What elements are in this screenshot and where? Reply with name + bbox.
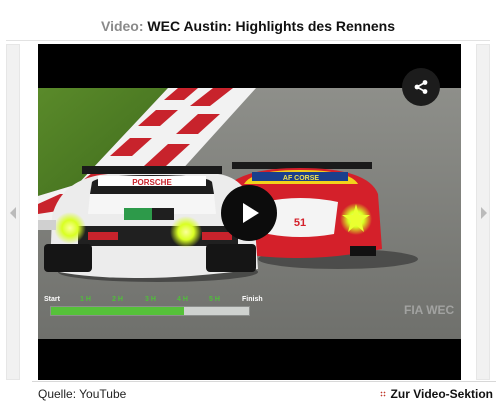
- progress-label-finish: Finish: [242, 296, 263, 303]
- progress-label-3h: 3 H: [145, 296, 156, 303]
- grid-icon: [379, 391, 386, 397]
- next-video-button[interactable]: [476, 44, 490, 380]
- share-button[interactable]: [402, 68, 440, 106]
- broadcaster-watermark: FIA WEC: [404, 303, 455, 317]
- video-player[interactable]: AF CORSE 51 PORSCHE FIA WEC Start 1 H 2 …: [38, 44, 461, 380]
- progress-label-2h: 2 H: [112, 296, 123, 303]
- race-progress-fill: [51, 307, 184, 315]
- race-progress-labels: Start 1 H 2 H 3 H 4 H 5 H Finish: [44, 296, 264, 306]
- rear-car-number: 51: [294, 217, 306, 229]
- play-icon: [243, 203, 259, 223]
- title-text: WEC Austin: Highlights des Rennens: [147, 18, 396, 34]
- title-prefix: Video:: [100, 18, 144, 34]
- prev-video-button[interactable]: [6, 44, 20, 380]
- progress-label-1h: 1 H: [80, 296, 91, 303]
- footer-divider: [32, 381, 496, 382]
- race-progress-bar: [50, 306, 250, 316]
- video-section-link[interactable]: Zur Video-Sektion: [379, 387, 493, 401]
- video-title: Video: WEC Austin: Highlights des Rennen…: [0, 17, 496, 35]
- video-section-link-label[interactable]: Zur Video-Sektion: [391, 387, 493, 401]
- front-car-branding: PORSCHE: [132, 178, 172, 187]
- frame-top-divider: [6, 40, 490, 41]
- chevron-left-icon: [10, 207, 16, 219]
- play-button[interactable]: [221, 185, 277, 241]
- progress-label-5h: 5 H: [209, 296, 220, 303]
- progress-label-start: Start: [44, 296, 60, 303]
- chevron-right-icon: [481, 207, 487, 219]
- progress-label-4h: 4 H: [177, 296, 188, 303]
- video-source: Quelle: YouTube: [38, 387, 127, 401]
- rear-car-branding: AF CORSE: [283, 175, 320, 182]
- share-icon: [414, 80, 428, 94]
